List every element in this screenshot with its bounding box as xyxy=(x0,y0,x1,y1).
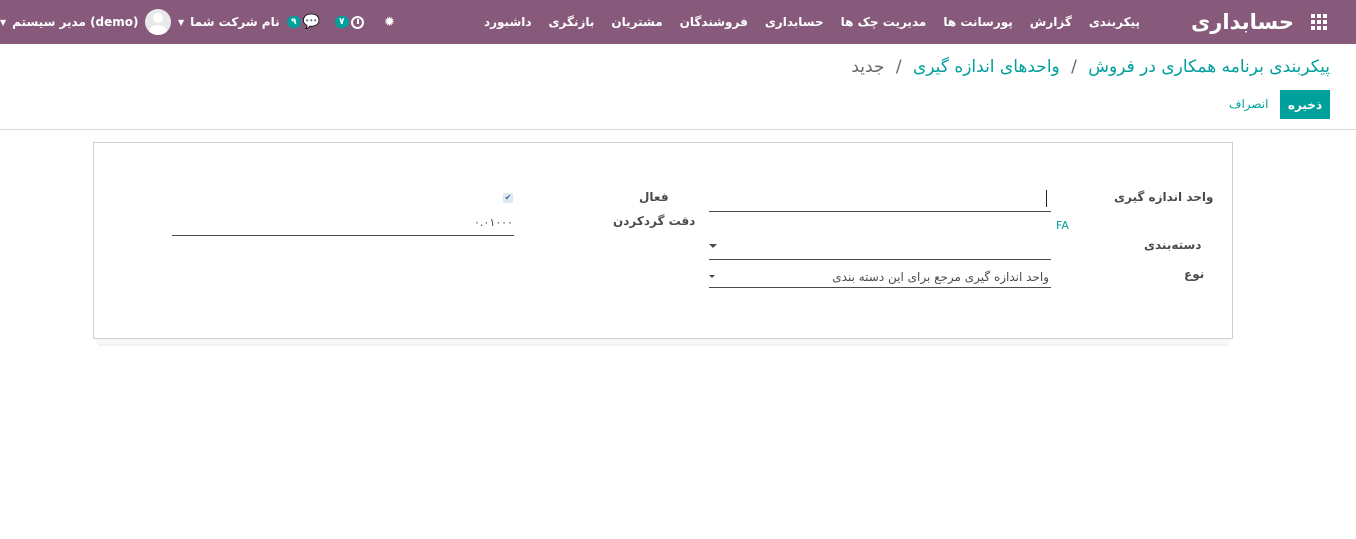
active-label: فعال xyxy=(639,190,669,204)
message-count-badge: ۹ xyxy=(287,16,301,28)
breadcrumb-current: جدید xyxy=(851,57,885,77)
rounding-label: دقت گردکردن xyxy=(613,214,696,228)
breadcrumb-config-link[interactable]: پیکربندی برنامه همکاری در فروش xyxy=(1088,57,1330,77)
form-sheet: واحد اندازه گیری FA دسته‌بندی نوع واحد ا… xyxy=(93,142,1233,339)
activity-count-badge: ۷ xyxy=(335,16,349,28)
active-checkbox[interactable]: ✔ xyxy=(503,193,513,203)
clock-icon xyxy=(350,15,364,29)
top-navbar: حسابداری داشبورد بازنگری مشتریان فروشندگ… xyxy=(0,0,1356,44)
company-name: نام شرکت شما xyxy=(190,15,280,29)
type-select-value[interactable]: واحد اندازه گیری مرجع برای این دسته بندی xyxy=(832,270,1049,284)
category-dropdown-caret-icon[interactable] xyxy=(709,244,717,248)
apps-grid-icon[interactable] xyxy=(1311,0,1329,44)
caret-down-icon: ▼ xyxy=(178,17,185,27)
breadcrumb-uom-link[interactable]: واحدهای اندازه گیری xyxy=(913,57,1060,77)
menu-item-configuration[interactable]: پیکربندی xyxy=(1089,15,1140,29)
avatar xyxy=(144,9,171,35)
menu-item-reporting[interactable]: گزارش xyxy=(1030,15,1072,29)
menu-item-review[interactable]: بازنگری xyxy=(549,15,595,29)
main-menu: داشبورد بازنگری مشتریان فروشندگان حسابدا… xyxy=(484,0,1140,44)
discard-button[interactable]: انصراف xyxy=(1229,97,1268,111)
app-brand-title: حسابداری xyxy=(1191,10,1294,34)
control-panel-divider xyxy=(0,129,1356,130)
translate-fa-button[interactable]: FA xyxy=(1056,219,1069,232)
menu-item-customers[interactable]: مشتریان xyxy=(611,15,662,29)
activities-menu[interactable]: ۷ xyxy=(335,0,364,44)
rounding-value[interactable]: ۰.۰۱۰۰۰ xyxy=(474,216,513,229)
uom-name-label: واحد اندازه گیری xyxy=(1114,190,1214,204)
user-name: مدیر سیستم (demo) xyxy=(12,15,139,29)
menu-item-dashboard[interactable]: داشبورد xyxy=(484,15,532,29)
category-label: دسته‌بندی xyxy=(1144,238,1202,252)
save-button[interactable]: ذخیره xyxy=(1280,90,1330,119)
breadcrumb: پیکربندی برنامه همکاری در فروش / واحدهای… xyxy=(851,57,1330,77)
messages-menu[interactable]: ۹ 💬 xyxy=(287,0,320,44)
user-menu[interactable]: ▼ مدیر سیستم (demo) xyxy=(0,0,171,44)
breadcrumb-separator: / xyxy=(895,57,902,77)
menu-item-accounting[interactable]: حسابداری xyxy=(765,15,824,29)
type-dropdown-caret-icon[interactable] xyxy=(709,275,715,278)
uom-name-input[interactable] xyxy=(709,211,1051,212)
menu-item-checks[interactable]: مدیریت چک ها xyxy=(841,15,927,29)
breadcrumb-separator: / xyxy=(1071,57,1077,77)
menu-item-vendors[interactable]: فروشندگان xyxy=(680,15,748,29)
company-switcher[interactable]: ▼ نام شرکت شما xyxy=(178,0,280,44)
caret-down-icon: ▼ xyxy=(0,17,7,27)
menu-item-commissions[interactable]: پورسانت ها xyxy=(943,15,1012,29)
rounding-input[interactable] xyxy=(172,235,514,236)
debug-bug-icon[interactable]: ✹ xyxy=(384,0,395,44)
chat-bubbles-icon: 💬 xyxy=(302,14,320,30)
type-label: نوع xyxy=(1184,267,1205,281)
category-select[interactable] xyxy=(709,259,1051,260)
text-cursor xyxy=(1046,190,1047,207)
type-select[interactable] xyxy=(709,287,1051,288)
